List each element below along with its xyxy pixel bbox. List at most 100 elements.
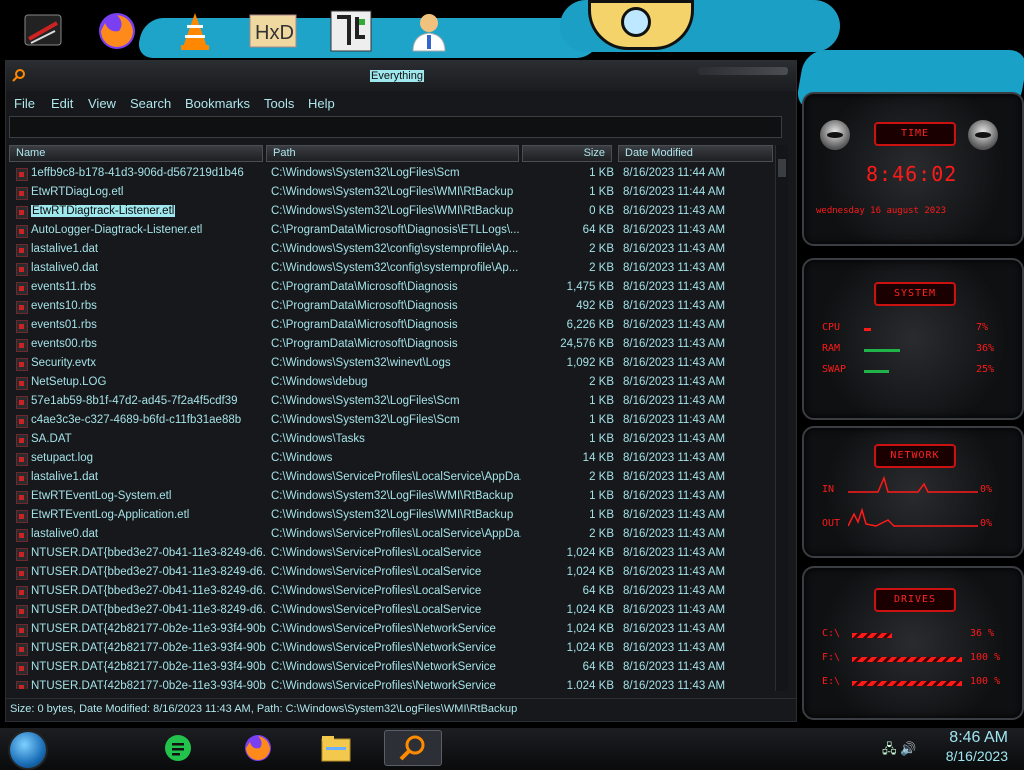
column-header-name[interactable]: Name xyxy=(9,145,263,162)
table-row[interactable]: EtwRTEventLog-Application.etl C:\Windows\… xyxy=(9,507,774,526)
firefox-taskbar-icon[interactable] xyxy=(242,732,274,764)
table-row[interactable]: setupact.log C:\Windows 14 KB 8/16/2023 11:… xyxy=(9,450,774,469)
table-row[interactable]: NTUSER.DAT{42b82177-0b2e-11e3-93f4-90b..… xyxy=(9,640,774,659)
table-row[interactable]: EtwRTEventLog-System.etl C:\Windows\Syste… xyxy=(9,488,774,507)
hxd-desktop-icon[interactable]: HxD xyxy=(248,6,298,56)
file-icon xyxy=(16,377,28,390)
table-row[interactable]: lastalive1.dat C:\Windows\ServiceProfiles… xyxy=(9,469,774,488)
vlc-desktop-icon[interactable] xyxy=(170,6,220,56)
system-metric-bar xyxy=(864,349,900,352)
tools-desktop-icon[interactable] xyxy=(18,6,68,56)
file-name: NTUSER.DAT{42b82177-0b2e-11e3-93f4-90b..… xyxy=(31,623,267,635)
everything-window: Everything File Edit View Search Bookmar… xyxy=(5,60,797,722)
file-name: NTUSER.DAT{42b82177-0b2e-11e3-93f4-90b..… xyxy=(31,642,267,654)
menu-view[interactable]: View xyxy=(88,96,116,111)
start-button[interactable] xyxy=(8,730,48,770)
table-row[interactable]: EtwRTDiagLog.etl C:\Windows\System32\LogF… xyxy=(9,184,774,203)
table-row[interactable]: events01.rbs C:\ProgramData\Microsoft\Dia… xyxy=(9,317,774,336)
table-row[interactable]: NTUSER.DAT{42b82177-0b2e-11e3-93f4-90b..… xyxy=(9,659,774,678)
window-title: Everything xyxy=(370,70,424,82)
file-path: C:\Windows\debug xyxy=(271,376,368,388)
volume-icon[interactable]: 🔊 xyxy=(900,741,916,756)
table-row[interactable]: AutoLogger-Diagtrack-Listener.etl C:\Prog… xyxy=(9,222,774,241)
everything-taskbar-icon[interactable] xyxy=(384,730,442,766)
table-row[interactable]: 57e1ab59-8b1f-47d2-ad45-7f2a4f5cdf39 C:\W… xyxy=(9,393,774,412)
file-date: 8/16/2023 11:43 AM xyxy=(623,243,726,255)
table-row[interactable]: events11.rbs C:\ProgramData\Microsoft\Dia… xyxy=(9,279,774,298)
file-name: lastalive1.dat xyxy=(31,471,99,483)
taskbar-clock[interactable]: 8:46 AM 8/16/2023 xyxy=(946,729,1008,765)
table-row[interactable]: NTUSER.DAT{bbed3e27-0b41-11e3-8249-d6...… xyxy=(9,602,774,621)
file-path: C:\Windows\ServiceProfiles\LocalService xyxy=(271,547,482,559)
menu-search[interactable]: Search xyxy=(130,96,171,111)
search-input[interactable] xyxy=(9,116,782,138)
file-path: C:\Windows\System32\LogFiles\Scm xyxy=(271,414,460,426)
file-path: C:\Windows\System32\winevt\Logs xyxy=(271,357,451,369)
firefox-desktop-icon[interactable] xyxy=(92,6,142,56)
drives-widget: DRIVES C:\ 36 % F:\ 100 % E:\ 100 % xyxy=(802,566,1024,720)
table-row[interactable]: events10.rbs C:\ProgramData\Microsoft\Dia… xyxy=(9,298,774,317)
table-row[interactable]: NTUSER.DAT{bbed3e27-0b41-11e3-8249-d6...… xyxy=(9,545,774,564)
drive-label: C:\ xyxy=(822,628,841,639)
file-size: 64 KB xyxy=(582,224,614,236)
taskbar xyxy=(0,728,1024,768)
file-date: 8/16/2023 11:43 AM xyxy=(623,490,726,502)
file-path: C:\Windows\System32\config\systemprofile… xyxy=(271,262,519,274)
table-row[interactable]: NTUSER.DAT{bbed3e27-0b41-11e3-8249-d6...… xyxy=(9,583,774,602)
status-bar: Size: 0 bytes, Date Modified: 8/16/2023 … xyxy=(6,698,796,718)
table-row[interactable]: lastalive1.dat C:\Windows\System32\config… xyxy=(9,241,774,260)
file-size: 64 KB xyxy=(582,585,614,597)
green-chat-taskbar-icon[interactable] xyxy=(162,732,194,764)
menu-file[interactable]: File xyxy=(14,96,35,111)
file-size: 1 KB xyxy=(589,395,614,407)
window-controls[interactable] xyxy=(698,67,788,75)
table-row[interactable]: Security.evtx C:\Windows\System32\winevt\… xyxy=(9,355,774,374)
desktop-icons: HxD xyxy=(0,0,560,60)
file-name: SA.DAT xyxy=(31,433,72,445)
menu-tools[interactable]: Tools xyxy=(264,96,294,111)
system-metric-value: 25% xyxy=(976,364,995,375)
file-name: NTUSER.DAT{42b82177-0b2e-11e3-93f4-90b..… xyxy=(31,661,267,673)
file-path: C:\Windows\ServiceProfiles\NetworkServic… xyxy=(271,661,496,673)
table-row[interactable]: EtwRTDiagtrack-Listener.etl C:\Windows\Sy… xyxy=(9,203,774,222)
table-row[interactable]: NTUSER.DAT{42b82177-0b2e-11e3-93f4-90b..… xyxy=(9,678,774,689)
scrollbar-thumb[interactable] xyxy=(778,159,786,177)
file-name: events10.rbs xyxy=(31,300,97,312)
table-row[interactable]: NTUSER.DAT{bbed3e27-0b41-11e3-8249-d6...… xyxy=(9,564,774,583)
vertical-scrollbar[interactable] xyxy=(775,145,788,691)
menu-edit[interactable]: Edit xyxy=(51,96,73,111)
table-row[interactable]: NTUSER.DAT{42b82177-0b2e-11e3-93f4-90b..… xyxy=(9,621,774,640)
file-icon xyxy=(16,301,28,314)
file-icon xyxy=(16,548,28,561)
network-widget-title: NETWORK xyxy=(874,444,956,468)
file-icon xyxy=(16,434,28,447)
file-explorer-taskbar-icon[interactable] xyxy=(320,732,352,764)
column-header-size[interactable]: Size xyxy=(522,145,612,162)
table-row[interactable]: 1effb9c8-b178-41d3-906d-d567219d1b46 C:\W… xyxy=(9,165,774,184)
column-header-date[interactable]: Date Modified xyxy=(618,145,773,162)
menu-bookmarks[interactable]: Bookmarks xyxy=(185,96,250,111)
file-size: 1,024 KB xyxy=(566,680,614,689)
file-size: 1,024 KB xyxy=(566,566,614,578)
file-path: C:\Windows\ServiceProfiles\NetworkServic… xyxy=(271,642,496,654)
file-size: 492 KB xyxy=(576,300,614,312)
table-row[interactable]: lastalive0.dat C:\Windows\System32\config… xyxy=(9,260,774,279)
doctor-desktop-icon[interactable] xyxy=(404,6,454,56)
network-icon[interactable]: 🖧 xyxy=(882,741,897,756)
title-bar[interactable]: Everything xyxy=(6,61,796,91)
drive-usage-bar xyxy=(852,633,892,638)
system-tray[interactable]: 🖧 🔊 xyxy=(882,740,916,762)
table-row[interactable]: c4ae3c3e-c327-4689-b6fd-c11fb31ae88b C:\W… xyxy=(9,412,774,431)
file-size: 1,024 KB xyxy=(566,547,614,559)
maze-app-desktop-icon[interactable] xyxy=(326,6,376,56)
table-row[interactable]: lastalive0.dat C:\Windows\ServiceProfiles… xyxy=(9,526,774,545)
table-row[interactable]: events00.rbs C:\ProgramData\Microsoft\Dia… xyxy=(9,336,774,355)
column-header-path[interactable]: Path xyxy=(266,145,519,162)
file-name: EtwRTEventLog-System.etl xyxy=(31,490,172,502)
table-row[interactable]: SA.DAT C:\Windows\Tasks 1 KB 8/16/2023 11:4… xyxy=(9,431,774,450)
file-icon xyxy=(16,529,28,542)
table-row[interactable]: NetSetup.LOG C:\Windows\debug 2 KB 8/16/202… xyxy=(9,374,774,393)
file-size: 2 KB xyxy=(589,243,614,255)
file-path: C:\ProgramData\Microsoft\Diagnosis\ETLLo… xyxy=(271,224,520,236)
menu-help[interactable]: Help xyxy=(308,96,335,111)
